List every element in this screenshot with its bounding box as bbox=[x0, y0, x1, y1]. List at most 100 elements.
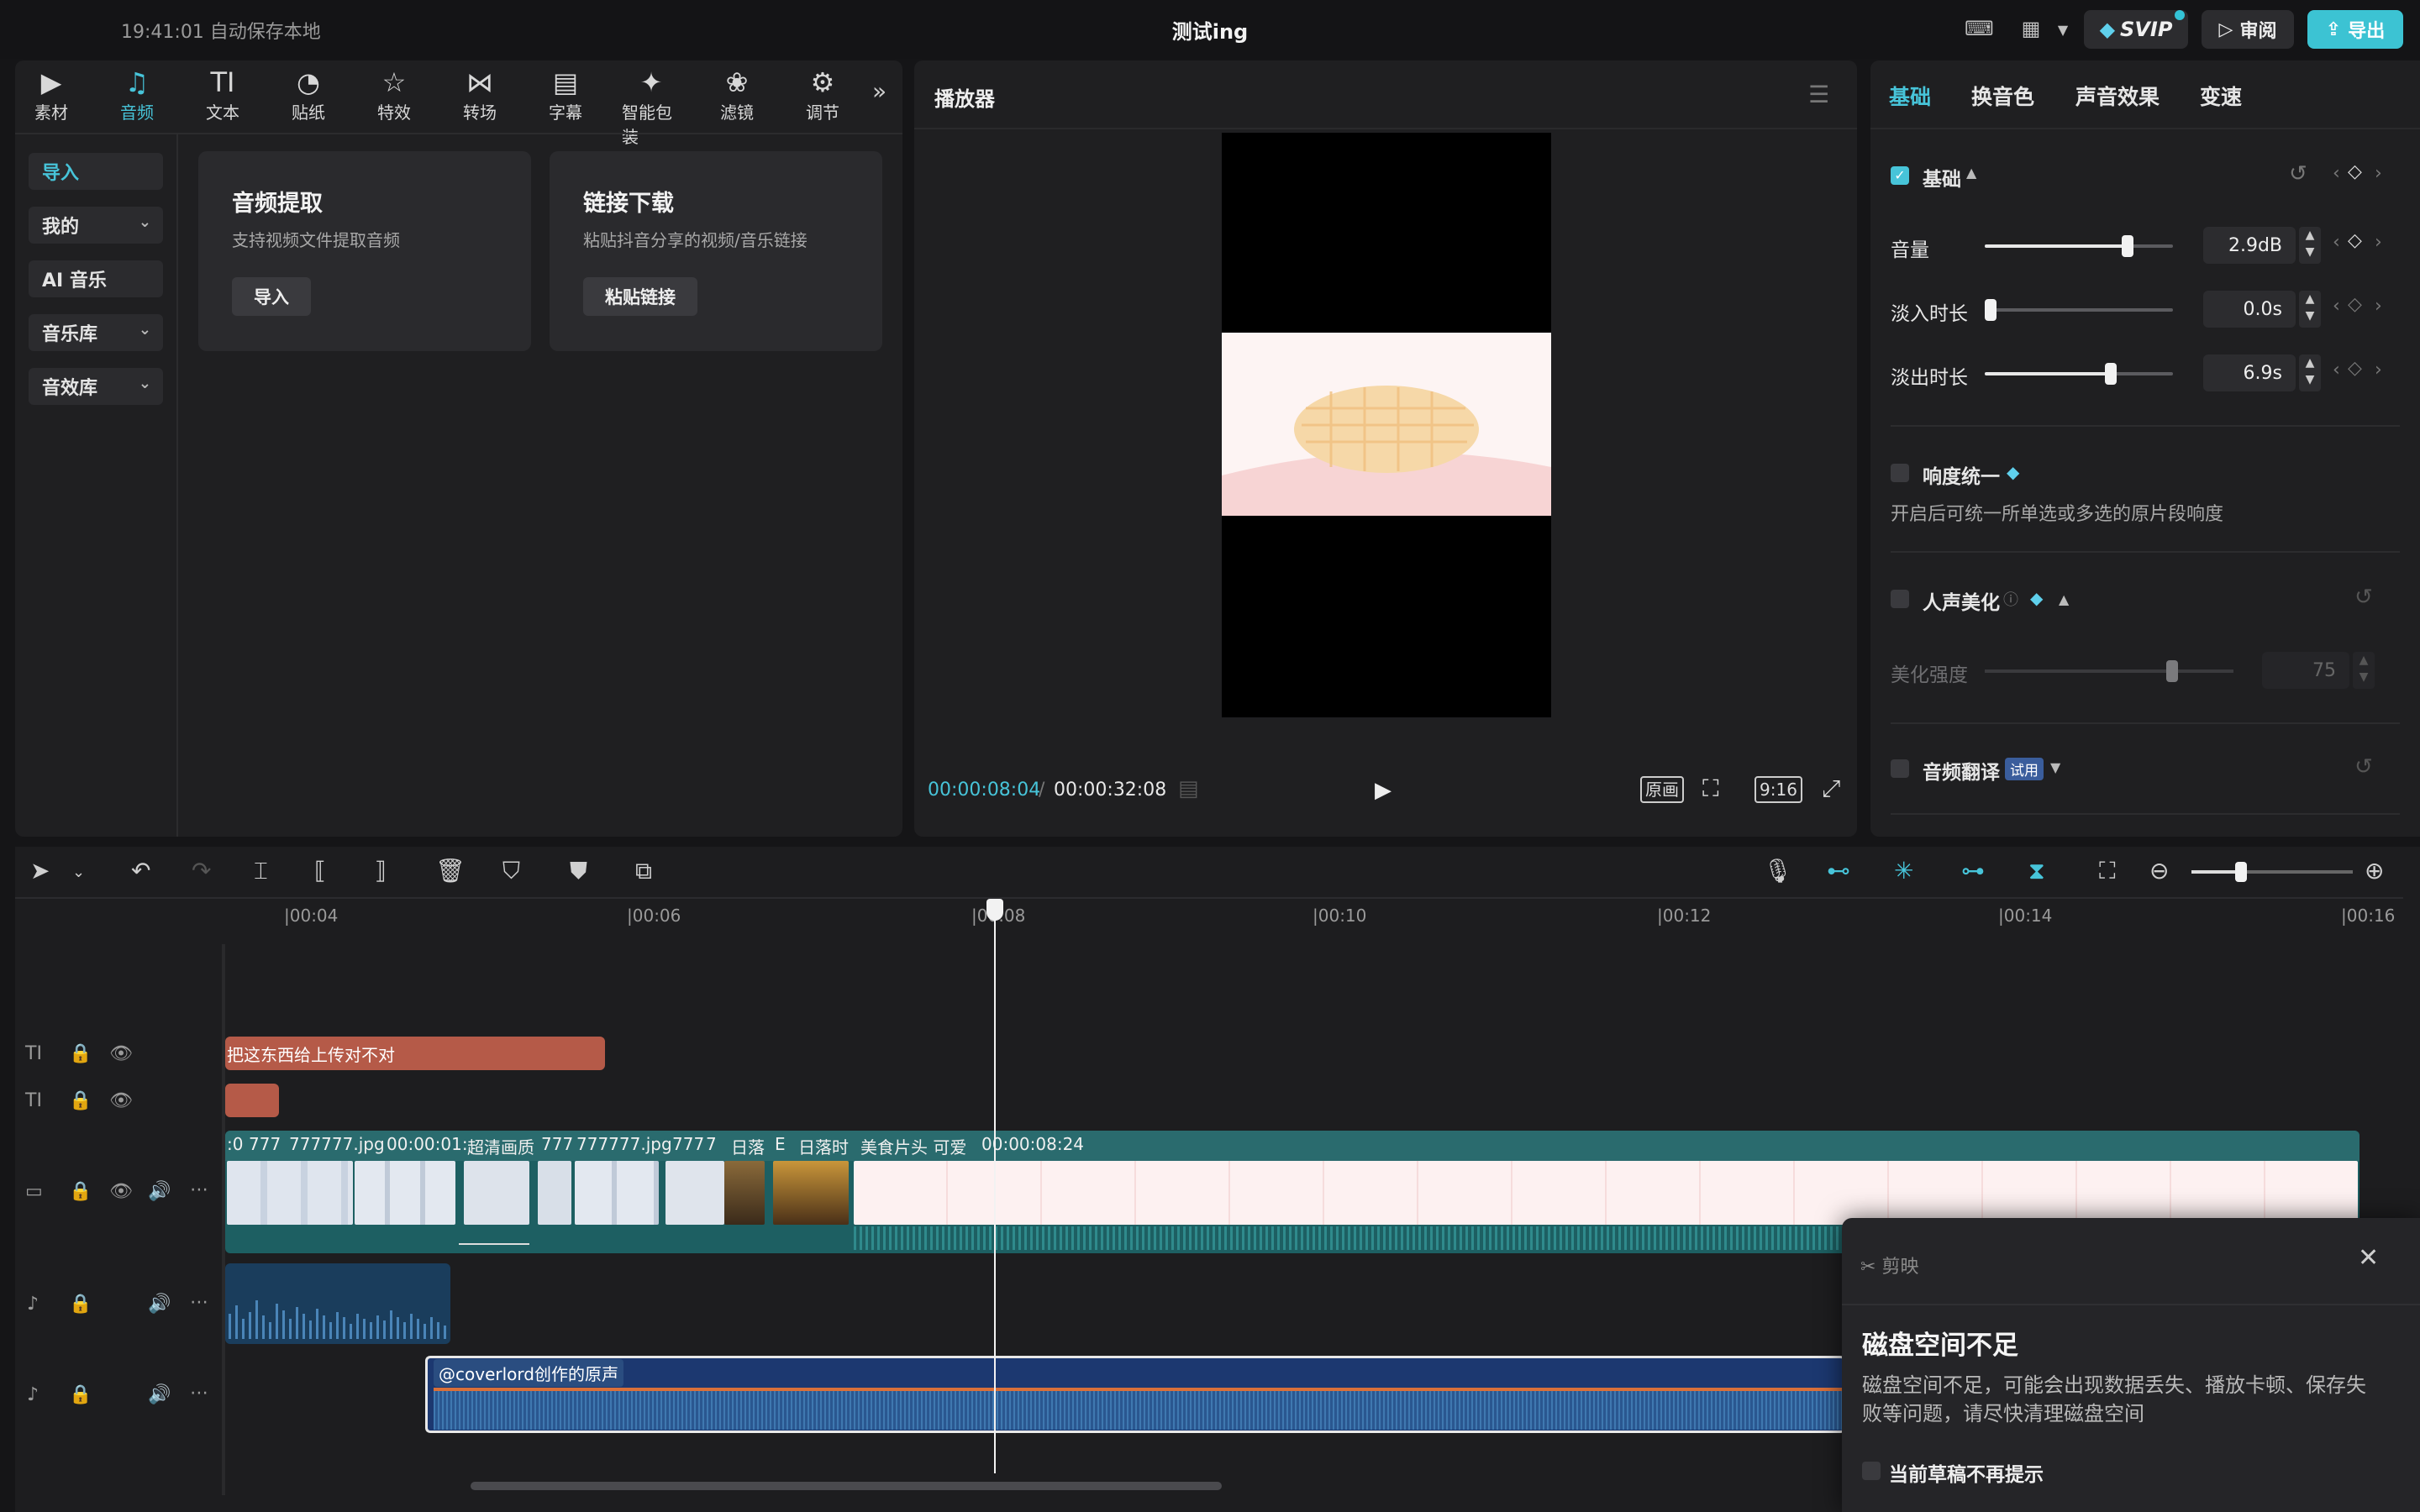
auto-snap-icon[interactable]: ✳ bbox=[1894, 857, 1913, 885]
more-icon[interactable]: ⋯ bbox=[190, 1383, 208, 1404]
layout-dropdown-chevron-icon[interactable]: ▼ bbox=[2049, 22, 2077, 45]
more-icon[interactable]: ⋯ bbox=[190, 1292, 208, 1313]
prev-keyframe-icon[interactable]: ‹ bbox=[2333, 163, 2340, 184]
lock-icon[interactable]: 🔒 bbox=[69, 1384, 92, 1405]
reset-icon[interactable]: ↺ bbox=[2354, 585, 2373, 610]
tab-sticker[interactable]: ◔ 贴纸 bbox=[279, 66, 338, 133]
review-button[interactable]: ▷ 审阅 bbox=[2202, 10, 2294, 49]
speaker-icon[interactable]: 🔊 bbox=[148, 1294, 171, 1315]
zoom-in-icon[interactable]: ⊕ bbox=[2365, 857, 2384, 885]
fade-in-stepper[interactable]: ▲ ▼ bbox=[2299, 291, 2321, 328]
delete-icon[interactable]: 🗑 bbox=[435, 857, 466, 885]
thumbnail-icon[interactable]: ⛶ bbox=[2099, 857, 2116, 885]
fullscreen-icon[interactable]: ⤢ bbox=[1822, 774, 1840, 803]
prev-keyframe-icon[interactable]: ‹ bbox=[2333, 296, 2340, 317]
keyframe-icon[interactable]: ◇ bbox=[2348, 161, 2362, 182]
dont-show-again-checkbox[interactable] bbox=[1862, 1462, 1881, 1480]
playhead-handle[interactable] bbox=[986, 899, 1003, 921]
extract-import-button[interactable]: 导入 bbox=[232, 277, 311, 316]
properties-tab[interactable]: 声音效果 bbox=[2075, 81, 2160, 111]
undo-icon[interactable]: ↶ bbox=[131, 857, 150, 885]
next-keyframe-icon[interactable]: › bbox=[2375, 360, 2382, 381]
shortcut-keyboard-icon[interactable]: ⌨ bbox=[1965, 17, 1994, 40]
fade-out-stepper[interactable]: ▲ ▼ bbox=[2299, 354, 2321, 391]
volume-stepper[interactable]: ▲ ▼ bbox=[2299, 227, 2321, 264]
sidebar-item-music-library[interactable]: 音乐库 ⌄ bbox=[29, 314, 163, 351]
trim-left-icon[interactable]: ⟦ bbox=[314, 857, 326, 885]
more-icon[interactable]: ⋯ bbox=[190, 1179, 208, 1200]
more-tabs-icon[interactable]: » bbox=[872, 77, 886, 105]
properties-tab[interactable]: 变速 bbox=[2200, 81, 2242, 111]
keyframe-icon[interactable]: ◇ bbox=[2348, 358, 2362, 379]
tab-music-note[interactable]: ♫ 音频 bbox=[108, 66, 166, 133]
collapse-caret-icon[interactable]: ▲ bbox=[1966, 165, 1976, 181]
fade-in-value-input[interactable]: 0.0s bbox=[2203, 291, 2296, 328]
speaker-icon[interactable]: 🔊 bbox=[148, 1384, 171, 1405]
properties-tab[interactable]: 换音色 bbox=[1971, 81, 2034, 111]
redo-icon[interactable]: ↷ bbox=[192, 857, 211, 885]
zoom-out-icon[interactable]: ⊖ bbox=[2149, 857, 2169, 885]
slider-knob[interactable] bbox=[2122, 235, 2133, 257]
sidebar-item-sfx-library[interactable]: 音效库 ⌄ bbox=[29, 368, 163, 405]
link-icon[interactable]: ⊶ bbox=[1961, 857, 1985, 885]
select-cursor-icon[interactable]: ➤ bbox=[30, 857, 50, 885]
tab-text[interactable]: TI 文本 bbox=[193, 66, 252, 133]
next-keyframe-icon[interactable]: › bbox=[2375, 232, 2382, 253]
play-button[interactable]: ▶ bbox=[1375, 778, 1392, 803]
keyframe-icon[interactable]: ◇ bbox=[2348, 230, 2362, 251]
auto-caption-icon[interactable]: ⧉ bbox=[635, 857, 652, 885]
loudness-checkbox[interactable] bbox=[1891, 464, 1909, 482]
sidebar-item-mine[interactable]: 我的 ⌄ bbox=[29, 207, 163, 244]
prev-keyframe-icon[interactable]: ‹ bbox=[2333, 360, 2340, 381]
reset-icon[interactable]: ↺ bbox=[2289, 161, 2307, 186]
lock-icon[interactable]: 🔒 bbox=[69, 1043, 92, 1064]
help-icon[interactable]: ⓘ bbox=[2003, 588, 2018, 610]
grid-icon[interactable]: ▤ bbox=[1178, 776, 1199, 801]
paste-link-button[interactable]: 粘贴链接 bbox=[583, 277, 697, 316]
collapse-caret-icon[interactable]: ▲ bbox=[2059, 591, 2069, 607]
voice-beautify-checkbox[interactable] bbox=[1891, 590, 1909, 608]
tab-transition[interactable]: ⋈ 转场 bbox=[450, 66, 509, 133]
zoom-slider-knob[interactable] bbox=[2235, 862, 2247, 882]
fade-out-value-input[interactable]: 6.9s bbox=[2203, 354, 2296, 391]
slider-knob[interactable] bbox=[2105, 363, 2117, 385]
next-keyframe-icon[interactable]: › bbox=[2375, 296, 2382, 317]
shield-icon[interactable]: ⛊ bbox=[570, 857, 587, 885]
horizontal-scrollbar[interactable] bbox=[471, 1482, 1222, 1490]
original-quality-button[interactable]: 原画 bbox=[1640, 776, 1684, 803]
split-icon[interactable]: ⌶ bbox=[254, 857, 268, 885]
lock-icon[interactable]: 🔒 bbox=[69, 1294, 92, 1315]
svip-button[interactable]: ◆ SVIP bbox=[2084, 10, 2188, 49]
marker-icon[interactable]: ⛉ bbox=[502, 857, 520, 885]
main-track-magnet-icon[interactable]: ⊷ bbox=[1827, 857, 1850, 885]
basic-checkbox[interactable]: ✓ bbox=[1891, 166, 1909, 185]
layout-icon[interactable]: ▦ bbox=[2017, 17, 2045, 40]
lock-icon[interactable]: 🔒 bbox=[69, 1181, 92, 1202]
menu-icon[interactable]: ☰ bbox=[1808, 81, 1829, 108]
text-clip[interactable] bbox=[225, 1084, 279, 1117]
cursor-dropdown-icon[interactable]: ⌄ bbox=[72, 864, 85, 881]
eye-icon[interactable]: 👁 bbox=[109, 1043, 133, 1064]
slider-knob[interactable] bbox=[1985, 299, 1996, 321]
sidebar-item-import[interactable]: 导入 bbox=[29, 153, 163, 190]
trim-right-icon[interactable]: ⟧ bbox=[375, 857, 387, 885]
tab-adjust[interactable]: ⚙ 调节 bbox=[793, 66, 852, 133]
screenshot-icon[interactable]: ⛶ bbox=[1702, 774, 1719, 803]
keyframe-icon[interactable]: ◇ bbox=[2348, 294, 2362, 315]
speaker-icon[interactable]: 🔊 bbox=[148, 1181, 171, 1202]
next-keyframe-icon[interactable]: › bbox=[2375, 163, 2382, 184]
properties-tab[interactable]: 基础 bbox=[1889, 81, 1931, 111]
reset-icon[interactable]: ↺ bbox=[2354, 754, 2373, 780]
audio-clip[interactable] bbox=[225, 1263, 450, 1344]
playhead[interactable] bbox=[994, 902, 996, 1473]
lock-icon[interactable]: 🔒 bbox=[69, 1090, 92, 1111]
volume-value-input[interactable]: 2.9dB bbox=[2203, 227, 2296, 264]
expand-caret-icon[interactable]: ▼ bbox=[2050, 759, 2060, 775]
tab-sparkle[interactable]: ✦ 智能包装 bbox=[622, 66, 681, 147]
tab-star[interactable]: ☆ 特效 bbox=[365, 66, 424, 133]
close-icon[interactable]: ✕ bbox=[2358, 1243, 2379, 1273]
eye-icon[interactable]: 👁 bbox=[109, 1090, 133, 1111]
prev-keyframe-icon[interactable]: ‹ bbox=[2333, 232, 2340, 253]
preview-axis-icon[interactable]: ⧗ bbox=[2028, 857, 2045, 885]
aspect-ratio-button[interactable]: 9:16 bbox=[1754, 776, 1802, 803]
